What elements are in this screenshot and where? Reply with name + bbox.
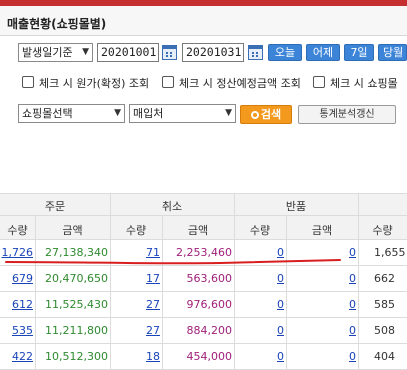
- today-button[interactable]: 오늘: [268, 44, 302, 61]
- chevron-down-icon: ▼: [82, 47, 89, 57]
- group-header-cancel: 취소: [161, 200, 183, 213]
- cancel-qty-link[interactable]: 18: [110, 350, 160, 363]
- net-qty: 585: [374, 298, 395, 311]
- cancel-qty-link[interactable]: 27: [110, 324, 160, 337]
- cancel-qty-link[interactable]: 27: [110, 298, 160, 311]
- col-header-order-amount: 금액: [62, 224, 83, 237]
- return-amount-link[interactable]: 0: [286, 324, 356, 337]
- calendar-icon[interactable]: [248, 45, 263, 60]
- return-qty-link[interactable]: 0: [234, 246, 284, 259]
- page-title: 매출현황(쇼핑몰별): [7, 17, 107, 31]
- cancel-amount: 563,600: [186, 272, 233, 285]
- col-header-return-qty: 수량: [249, 224, 271, 237]
- order-qty-link[interactable]: 535: [0, 324, 33, 337]
- checkbox-row: 체크 시 원가(확정) 조회 체크 시 정산예정금액 조회 체크 시 쇼핑몰: [0, 72, 407, 92]
- cost-checkbox[interactable]: [22, 76, 34, 88]
- col-header-order-qty: 수량: [7, 224, 28, 237]
- settlement-checkbox-label: 체크 시 정산예정금액 조회: [179, 77, 301, 90]
- order-amount: 20,470,650: [45, 272, 108, 285]
- return-amount-link[interactable]: 0: [286, 246, 356, 259]
- order-amount: 11,525,430: [45, 298, 108, 311]
- table-row: 679 20,470,650 17 563,600 0 0 662: [0, 265, 407, 291]
- settlement-checkbox[interactable]: [162, 76, 174, 88]
- date-filter-row: 발생일기준 ▼ 20201001 20201031 오늘 어제 7일 당월: [0, 43, 407, 65]
- date-type-value: 발생일기준: [22, 46, 73, 59]
- net-qty: 404: [374, 350, 395, 363]
- table-row: 535 11,211,800 27 884,200 0 0 508: [0, 317, 407, 343]
- cost-checkbox-label: 체크 시 원가(확정) 조회: [39, 77, 150, 90]
- chevron-down-icon: ▼: [114, 108, 121, 118]
- col-header-cancel-amount: 금액: [187, 224, 209, 237]
- order-qty-link[interactable]: 1,726: [0, 246, 34, 259]
- mall-checkbox[interactable]: [313, 76, 325, 88]
- group-header-return: 반품: [285, 200, 307, 213]
- search-row: 쇼핑몰선택 ▼ 매입처 ▼ 검색 통계분석갱신: [0, 104, 407, 126]
- cancel-amount: 884,200: [186, 324, 233, 337]
- date-type-select[interactable]: 발생일기준 ▼: [18, 43, 93, 62]
- col-header-return-amount: 금액: [311, 224, 333, 237]
- calendar-icon[interactable]: [162, 45, 177, 60]
- net-qty: 662: [374, 272, 395, 285]
- title-bar: 매출현황(쇼핑몰별): [0, 6, 407, 36]
- mall-select-value: 쇼핑몰선택: [22, 107, 73, 120]
- stats-refresh-button[interactable]: 통계분석갱신: [298, 105, 396, 124]
- group-header-order: 주문: [44, 200, 66, 213]
- order-qty-link[interactable]: 422: [0, 350, 33, 363]
- seven-days-button[interactable]: 7일: [344, 44, 374, 61]
- search-button-label: 검색: [260, 108, 282, 121]
- divider: [0, 215, 407, 216]
- return-qty-link[interactable]: 0: [234, 272, 284, 285]
- return-amount-link[interactable]: 0: [286, 350, 356, 363]
- return-qty-link[interactable]: 0: [234, 324, 284, 337]
- cancel-qty-link[interactable]: 17: [110, 272, 160, 285]
- net-qty: 508: [374, 324, 395, 337]
- search-icon: [250, 111, 259, 119]
- chevron-down-icon: ▼: [225, 108, 232, 118]
- order-qty-link[interactable]: 612: [0, 298, 33, 311]
- return-qty-link[interactable]: 0: [234, 350, 284, 363]
- cancel-amount: 2,253,460: [176, 246, 232, 259]
- net-qty: 1,655: [374, 246, 406, 259]
- order-qty-link[interactable]: 679: [0, 272, 33, 285]
- yesterday-button[interactable]: 어제: [306, 44, 340, 61]
- return-amount-link[interactable]: 0: [286, 298, 356, 311]
- table-row: 612 11,525,430 27 976,600 0 0 585: [0, 291, 407, 317]
- cancel-amount: 976,600: [186, 298, 233, 311]
- mall-select[interactable]: 쇼핑몰선택 ▼: [18, 104, 125, 123]
- this-month-button[interactable]: 당월: [378, 44, 407, 61]
- vendor-select[interactable]: 매입처 ▼: [129, 104, 236, 123]
- col-header-net-qty: 수량: [372, 224, 393, 237]
- table-row: 1,726 27,138,340 71 2,253,460 0 0 1,655: [0, 239, 407, 265]
- search-button[interactable]: 검색: [240, 105, 292, 124]
- return-qty-link[interactable]: 0: [234, 298, 284, 311]
- date-from-input[interactable]: 20201001: [97, 43, 159, 62]
- col-header-cancel-qty: 수량: [125, 224, 147, 237]
- divider: [0, 193, 407, 194]
- cancel-amount: 454,000: [186, 350, 233, 363]
- table-row: 422 10,512,300 18 454,000 0 0 404: [0, 343, 407, 369]
- mall-checkbox-label: 체크 시 쇼핑몰: [330, 77, 398, 90]
- order-amount: 10,512,300: [45, 350, 108, 363]
- cancel-qty-link[interactable]: 71: [110, 246, 160, 259]
- return-amount-link[interactable]: 0: [286, 272, 356, 285]
- vendor-select-value: 매입처: [133, 107, 164, 120]
- date-to-input[interactable]: 20201031: [182, 43, 244, 62]
- order-amount: 11,211,800: [45, 324, 108, 337]
- order-amount: 27,138,340: [45, 246, 108, 259]
